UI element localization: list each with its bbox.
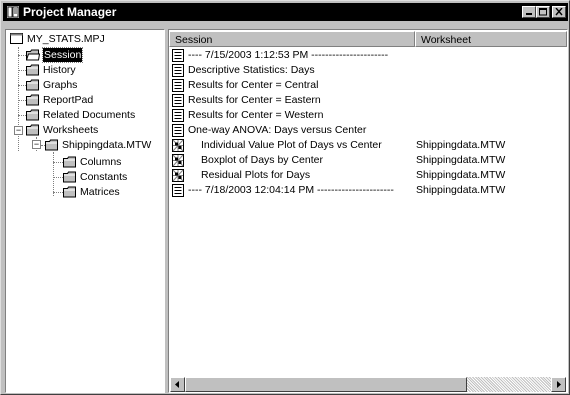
- worksheet-cell: Shippingdata.MTW: [416, 169, 506, 181]
- tree-item-label: Shippingdata.MTW: [62, 139, 152, 151]
- horizontal-scrollbar[interactable]: [170, 377, 566, 392]
- tree-item-label: Constants: [80, 171, 128, 183]
- column-header-session[interactable]: Session: [169, 31, 415, 47]
- project-icon: [10, 33, 23, 44]
- scroll-right-button[interactable]: [551, 377, 566, 392]
- worksheet-cell: Shippingdata.MTW: [416, 184, 506, 196]
- tree-line: [18, 55, 26, 56]
- folder-icon: [26, 109, 39, 121]
- tree-line: [53, 162, 63, 163]
- project-tree: − − MY_STATS.MPJ Session History Graphs …: [5, 29, 165, 393]
- session-entry: Results for Center = Eastern: [188, 94, 321, 106]
- table-row[interactable]: ---- 7/15/2003 1:12:53 PM --------------…: [169, 48, 567, 63]
- worksheet-cell: Shippingdata.MTW: [416, 139, 506, 151]
- session-doc-icon: [172, 109, 184, 122]
- folder-open-icon: [26, 49, 40, 61]
- table-row[interactable]: One-way ANOVA: Days versus Center: [169, 123, 567, 138]
- session-entry: Results for Center = Western: [188, 109, 324, 121]
- scrollbar-thumb[interactable]: [185, 377, 467, 392]
- tree-line: [18, 70, 26, 71]
- table-row[interactable]: Residual Plots for Days Shippingdata.MTW: [169, 168, 567, 183]
- title-bar[interactable]: Project Manager: [3, 3, 568, 21]
- tree-item-label: Related Documents: [43, 109, 136, 121]
- folder-icon: [63, 156, 76, 168]
- minimize-button[interactable]: [522, 6, 536, 18]
- table-row[interactable]: Results for Center = Central: [169, 78, 567, 93]
- column-header-worksheet[interactable]: Worksheet: [415, 31, 567, 47]
- folder-icon: [26, 124, 39, 136]
- session-doc-icon: [172, 49, 184, 62]
- tree-item-label: ReportPad: [43, 94, 94, 106]
- table-row[interactable]: Boxplot of Days by Center Shippingdata.M…: [169, 153, 567, 168]
- tree-item-label: Matrices: [80, 186, 120, 198]
- tree-line: [18, 100, 26, 101]
- session-doc-icon: [172, 184, 184, 197]
- shippingdata-collapse-toggle[interactable]: −: [32, 140, 41, 149]
- graph-icon: [172, 154, 184, 167]
- project-manager-icon: [7, 6, 19, 18]
- scroll-left-button[interactable]: [170, 377, 185, 392]
- session-entry: Boxplot of Days by Center: [201, 154, 323, 166]
- arrow-left-icon: [175, 381, 179, 388]
- close-icon: [555, 8, 563, 16]
- folder-icon: [63, 171, 76, 183]
- session-entry: Individual Value Plot of Days vs Center: [201, 139, 382, 151]
- session-entry: Residual Plots for Days: [201, 169, 311, 181]
- tree-line: [53, 192, 63, 193]
- worksheet-cell: Shippingdata.MTW: [416, 154, 506, 166]
- folder-icon: [26, 79, 39, 91]
- tree-item-label: Session: [41, 47, 84, 63]
- folder-icon: [26, 94, 39, 106]
- tree-line: [18, 47, 19, 151]
- maximize-button[interactable]: [536, 6, 550, 18]
- session-entry: Results for Center = Central: [188, 79, 319, 91]
- folder-icon: [26, 64, 39, 76]
- session-entry: ---- 7/15/2003 1:12:53 PM --------------…: [188, 49, 389, 61]
- session-list: Session Worksheet ---- 7/15/2003 1:12:53…: [168, 29, 568, 393]
- folder-icon: [63, 186, 76, 198]
- graph-icon: [172, 139, 184, 152]
- arrow-right-icon: [557, 381, 561, 388]
- session-entry: Descriptive Statistics: Days: [188, 64, 315, 76]
- worksheets-collapse-toggle[interactable]: −: [14, 126, 23, 135]
- session-doc-icon: [172, 64, 184, 77]
- table-row[interactable]: Descriptive Statistics: Days: [169, 63, 567, 78]
- tree-item-label: Columns: [80, 156, 122, 168]
- session-doc-icon: [172, 124, 184, 137]
- tree-line: [18, 85, 26, 86]
- tree-item-label: Worksheets: [43, 124, 99, 136]
- window-title: Project Manager: [23, 5, 117, 19]
- tree-line: [53, 152, 54, 196]
- table-row[interactable]: Individual Value Plot of Days vs Center …: [169, 138, 567, 153]
- tree-item-label: History: [43, 64, 76, 76]
- tree-line: [18, 115, 26, 116]
- session-doc-icon: [172, 79, 184, 92]
- close-button[interactable]: [552, 6, 566, 18]
- graph-icon: [172, 169, 184, 182]
- project-manager-window: Project Manager − − MY_STATS.MPJ Session…: [0, 0, 570, 395]
- maximize-icon: [539, 8, 547, 16]
- tree-line: [53, 177, 63, 178]
- table-row[interactable]: Results for Center = Eastern: [169, 93, 567, 108]
- session-doc-icon: [172, 94, 184, 107]
- folder-icon: [45, 139, 58, 151]
- table-row[interactable]: Results for Center = Western: [169, 108, 567, 123]
- session-entry: ---- 7/18/2003 12:04:14 PM -------------…: [188, 184, 394, 196]
- session-entry: One-way ANOVA: Days versus Center: [188, 124, 367, 136]
- minimize-icon: [526, 13, 532, 15]
- table-row[interactable]: ---- 7/18/2003 12:04:14 PM -------------…: [169, 183, 567, 198]
- tree-item-label: Graphs: [43, 79, 78, 91]
- tree-item-label: MY_STATS.MPJ: [27, 33, 105, 45]
